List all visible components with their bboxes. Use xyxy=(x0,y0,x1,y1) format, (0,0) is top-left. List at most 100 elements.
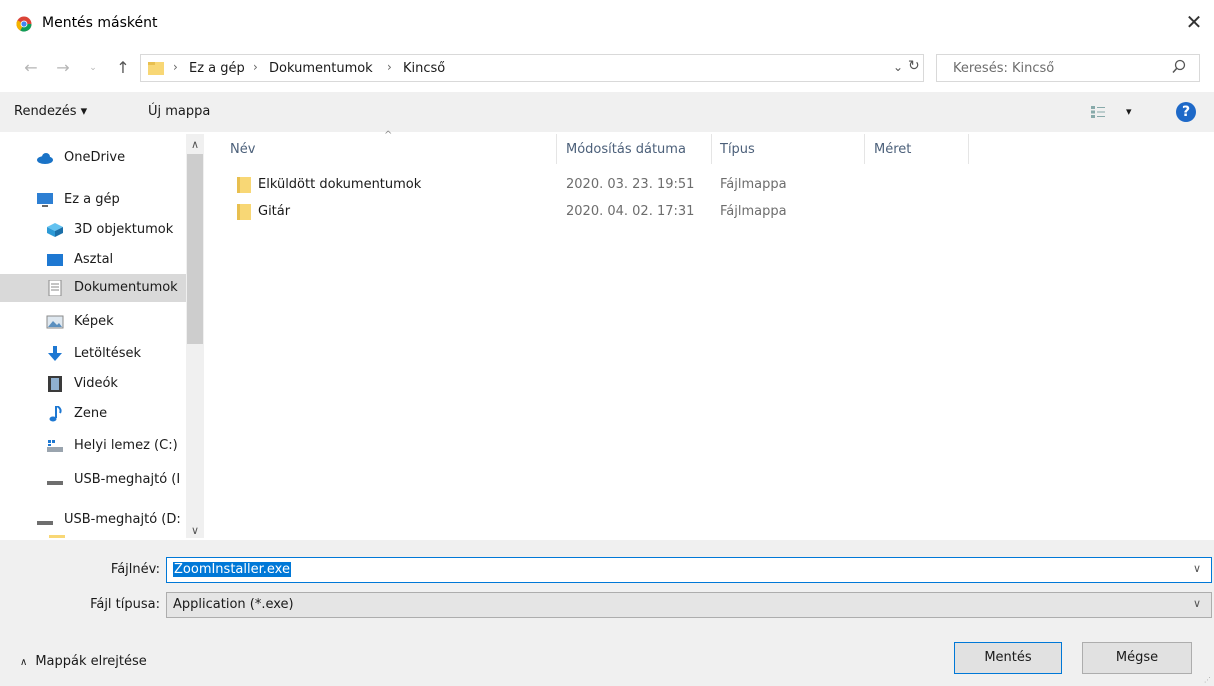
sidebar-item-this-pc[interactable]: Ez a gép xyxy=(0,186,186,214)
sidebar-item-label: Asztal xyxy=(74,252,114,267)
sidebar-item-videos[interactable]: Videók xyxy=(0,370,186,398)
command-toolbar: Rendezés ▾ Új mappa ▾ xyxy=(0,92,1214,132)
sidebar-item-music[interactable]: Zene xyxy=(0,400,186,428)
sidebar-item-pictures[interactable]: Képek xyxy=(0,308,186,336)
column-divider[interactable] xyxy=(711,134,712,164)
desktop-icon xyxy=(47,254,63,266)
filetype-value: Application (*.exe) xyxy=(173,597,294,612)
sidebar-item-label: Ez a gép xyxy=(64,192,120,207)
chevron-up-icon: ∧ xyxy=(20,657,28,668)
help-icon[interactable]: ? xyxy=(1176,102,1196,122)
sidebar-item-label: Letöltések xyxy=(74,346,142,361)
cloud-icon xyxy=(37,153,53,164)
chevron-down-icon[interactable]: ∨ xyxy=(1193,562,1201,575)
filename-selected-text: ZoomInstaller.exe xyxy=(173,562,291,577)
sort-caret-icon: ^ xyxy=(384,130,393,141)
filetype-select[interactable]: Application (*.exe) ∨ xyxy=(166,592,1212,618)
drive-icon xyxy=(47,440,63,452)
download-icon xyxy=(48,346,62,361)
close-button[interactable]: ✕ xyxy=(1182,10,1206,34)
address-bar[interactable]: › Ez a gép › Dokumentumok › Kincső ⌄ ↻ xyxy=(140,54,924,82)
sidebar-item-desktop[interactable]: Asztal xyxy=(0,246,186,274)
filename-input[interactable]: ZoomInstaller.exe ∨ xyxy=(166,557,1212,583)
file-type: Fájlmappa xyxy=(720,177,787,192)
view-dropdown-icon[interactable]: ▾ xyxy=(1126,105,1132,118)
sidebar-item-label: OneDrive xyxy=(64,150,126,165)
table-row[interactable]: Gitár 2020. 04. 02. 17:31 Fájlmappa xyxy=(226,201,986,225)
breadcrumb-documents[interactable]: Dokumentumok xyxy=(269,61,373,76)
resize-grip-icon[interactable]: ⋰ xyxy=(1204,676,1211,684)
column-divider[interactable] xyxy=(968,134,969,164)
breadcrumb-separator: › xyxy=(173,60,178,74)
usb-drive-icon xyxy=(47,481,63,485)
computer-icon xyxy=(37,193,53,207)
music-note-icon xyxy=(49,406,62,422)
folder-icon xyxy=(237,177,251,193)
navigation-pane: OneDrive Ez a gép 3D objektumok Asztal D… xyxy=(0,134,206,538)
column-header-name[interactable]: Név xyxy=(230,142,255,157)
cancel-button[interactable]: Mégse xyxy=(1082,642,1192,674)
up-arrow-icon[interactable]: ↑ xyxy=(114,58,132,78)
column-divider[interactable] xyxy=(864,134,865,164)
document-icon xyxy=(48,280,62,296)
sidebar-item-downloads[interactable]: Letöltések xyxy=(0,340,186,368)
view-options-icon[interactable] xyxy=(1090,105,1106,119)
breadcrumb-separator: › xyxy=(387,60,392,74)
folder-icon xyxy=(237,204,251,220)
sidebar-item-local-disk[interactable]: Helyi lemez (C:) xyxy=(0,432,186,460)
column-header-type[interactable]: Típus xyxy=(720,142,755,157)
search-icon[interactable] xyxy=(1171,59,1187,75)
folder-icon xyxy=(148,62,164,75)
sidebar-item-usb-drive-1[interactable]: USB-meghajtó (I xyxy=(0,466,186,494)
organize-button[interactable]: Rendezés ▾ xyxy=(14,104,87,119)
sidebar-item-label: Helyi lemez (C:) xyxy=(74,438,178,453)
forward-arrow-icon[interactable]: → xyxy=(54,58,72,78)
file-type: Fájlmappa xyxy=(720,204,787,219)
save-button[interactable]: Mentés xyxy=(954,642,1062,674)
chrome-icon xyxy=(16,16,32,32)
hide-folders-toggle[interactable]: ∧ Mappák elrejtése xyxy=(20,654,147,669)
sidebar-item-label: Dokumentumok xyxy=(74,280,178,295)
film-icon xyxy=(48,376,62,392)
file-name: Elküldött dokumentumok xyxy=(258,177,422,192)
sidebar-item-label: USB-meghajtó (D: xyxy=(64,512,181,527)
breadcrumb-kincso[interactable]: Kincső xyxy=(403,61,445,76)
breadcrumb-this-pc[interactable]: Ez a gép xyxy=(189,61,245,76)
window-title: Mentés másként xyxy=(42,15,158,31)
sidebar-item-3d-objects[interactable]: 3D objektumok xyxy=(0,216,186,244)
sidebar-item-usb-drive-2[interactable]: USB-meghajtó (D: xyxy=(0,506,186,534)
new-folder-button[interactable]: Új mappa xyxy=(148,104,210,119)
title-bar xyxy=(0,0,1214,44)
address-dropdown-icon[interactable]: ⌄ xyxy=(893,60,903,74)
folder-icon xyxy=(49,535,65,538)
cube-icon xyxy=(47,223,63,237)
file-date: 2020. 04. 02. 17:31 xyxy=(566,204,695,219)
usb-drive-icon xyxy=(37,521,53,525)
sidebar-item-documents[interactable]: Dokumentumok xyxy=(0,274,186,302)
scrollbar-thumb[interactable] xyxy=(187,154,203,344)
sidebar-item-onedrive[interactable]: OneDrive xyxy=(0,144,186,172)
filetype-label: Fájl típusa: xyxy=(90,597,160,612)
sidebar-item-label: 3D objektumok xyxy=(74,222,174,237)
column-divider[interactable] xyxy=(556,134,557,164)
recent-dropdown-icon[interactable]: ⌄ xyxy=(84,58,102,78)
scroll-down-icon[interactable]: ∨ xyxy=(186,524,204,537)
search-box[interactable]: Keresés: Kincső xyxy=(936,54,1200,82)
column-header-date[interactable]: Módosítás dátuma xyxy=(566,142,686,157)
filename-value: ZoomInstaller.exe xyxy=(173,562,291,577)
table-row[interactable]: Elküldött dokumentumok 2020. 03. 23. 19:… xyxy=(226,174,986,198)
sidebar-item-label: Zene xyxy=(74,406,108,421)
file-name: Gitár xyxy=(258,204,291,219)
pictures-icon xyxy=(46,315,64,329)
refresh-icon[interactable]: ↻ xyxy=(908,58,920,74)
breadcrumb-separator: › xyxy=(253,60,258,74)
chevron-down-icon[interactable]: ∨ xyxy=(1193,597,1201,610)
hide-folders-label: Mappák elrejtése xyxy=(35,654,147,669)
sidebar-item-label: USB-meghajtó (I xyxy=(74,472,181,487)
sidebar-item-label: Képek xyxy=(74,314,114,329)
back-arrow-icon[interactable]: ← xyxy=(22,58,40,78)
column-header-size[interactable]: Méret xyxy=(874,142,911,157)
sidebar-item-label: Videók xyxy=(74,376,118,391)
scroll-up-icon[interactable]: ∧ xyxy=(186,138,204,151)
file-date: 2020. 03. 23. 19:51 xyxy=(566,177,695,192)
